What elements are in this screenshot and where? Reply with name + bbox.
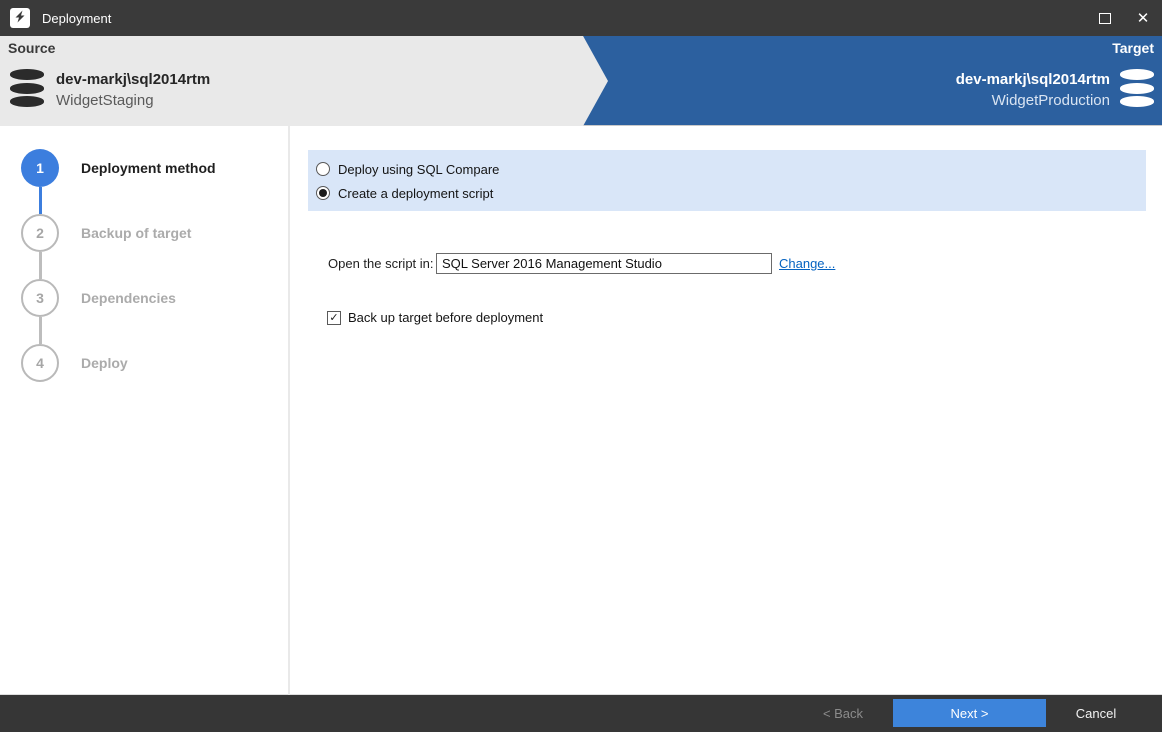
titlebar: Deployment ✕ xyxy=(0,0,1162,36)
close-icon: ✕ xyxy=(1136,9,1150,27)
step-backup-of-target: 2 Backup of target xyxy=(0,214,288,252)
source-panel: Source dev-markj\sql2014rtm WidgetStagin… xyxy=(0,36,608,126)
wizard-steps-sidebar: 1 Deployment method 2 Backup of target 3… xyxy=(0,126,290,695)
maximize-button[interactable] xyxy=(1086,0,1124,36)
window-title: Deployment xyxy=(42,10,112,26)
source-database-name: WidgetStaging xyxy=(56,92,154,109)
step-2-circle: 2 xyxy=(21,214,59,252)
deployment-method-content: Deploy using SQL Compare Create a deploy… xyxy=(290,126,1162,695)
back-button[interactable]: < Back xyxy=(793,699,893,727)
source-target-header: Target dev-markj\sql2014rtm WidgetProduc… xyxy=(0,36,1162,126)
step-deployment-method: 1 Deployment method xyxy=(0,149,288,187)
radio-deploy-using-sql-compare[interactable]: Deploy using SQL Compare xyxy=(316,157,1146,181)
deployment-method-options: Deploy using SQL Compare Create a deploy… xyxy=(308,150,1146,211)
step-1-circle: 1 xyxy=(21,149,59,187)
target-server-name: dev-markj\sql2014rtm xyxy=(955,71,1110,88)
open-script-in-input[interactable] xyxy=(436,253,772,274)
source-database-info: dev-markj\sql2014rtm WidgetStaging xyxy=(10,69,210,111)
maximize-icon xyxy=(1099,12,1111,24)
checkbox-checked-icon: ✓ xyxy=(327,310,341,325)
next-button[interactable]: Next > xyxy=(893,699,1046,727)
backup-target-checkbox[interactable]: ✓ Back up target before deployment xyxy=(327,310,543,325)
radio-create-deployment-script[interactable]: Create a deployment script xyxy=(316,181,1146,205)
target-label: Target xyxy=(1112,40,1154,56)
source-server-name: dev-markj\sql2014rtm xyxy=(56,71,211,88)
target-database-name: WidgetProduction xyxy=(991,92,1110,109)
step-dependencies: 3 Dependencies xyxy=(0,279,288,317)
open-script-in-label: Open the script in: xyxy=(328,256,434,271)
step-4-circle: 4 xyxy=(21,344,59,382)
step-connector xyxy=(39,252,42,279)
radio-selected-icon xyxy=(316,186,330,200)
close-button[interactable]: ✕ xyxy=(1124,0,1162,36)
step-3-circle: 3 xyxy=(21,279,59,317)
wizard-footer: < Back Next > Cancel xyxy=(0,695,1162,732)
database-icon xyxy=(10,69,44,107)
sql-compare-app-icon xyxy=(10,8,30,28)
step-connector xyxy=(39,317,42,344)
radio-unselected-icon xyxy=(316,162,330,176)
cancel-button[interactable]: Cancel xyxy=(1046,699,1146,727)
change-link[interactable]: Change... xyxy=(779,256,835,271)
source-label: Source xyxy=(8,40,56,56)
database-icon xyxy=(1120,69,1154,107)
step-deploy: 4 Deploy xyxy=(0,344,288,382)
step-connector xyxy=(39,187,42,214)
target-database-info: dev-markj\sql2014rtm WidgetProduction xyxy=(956,69,1154,111)
